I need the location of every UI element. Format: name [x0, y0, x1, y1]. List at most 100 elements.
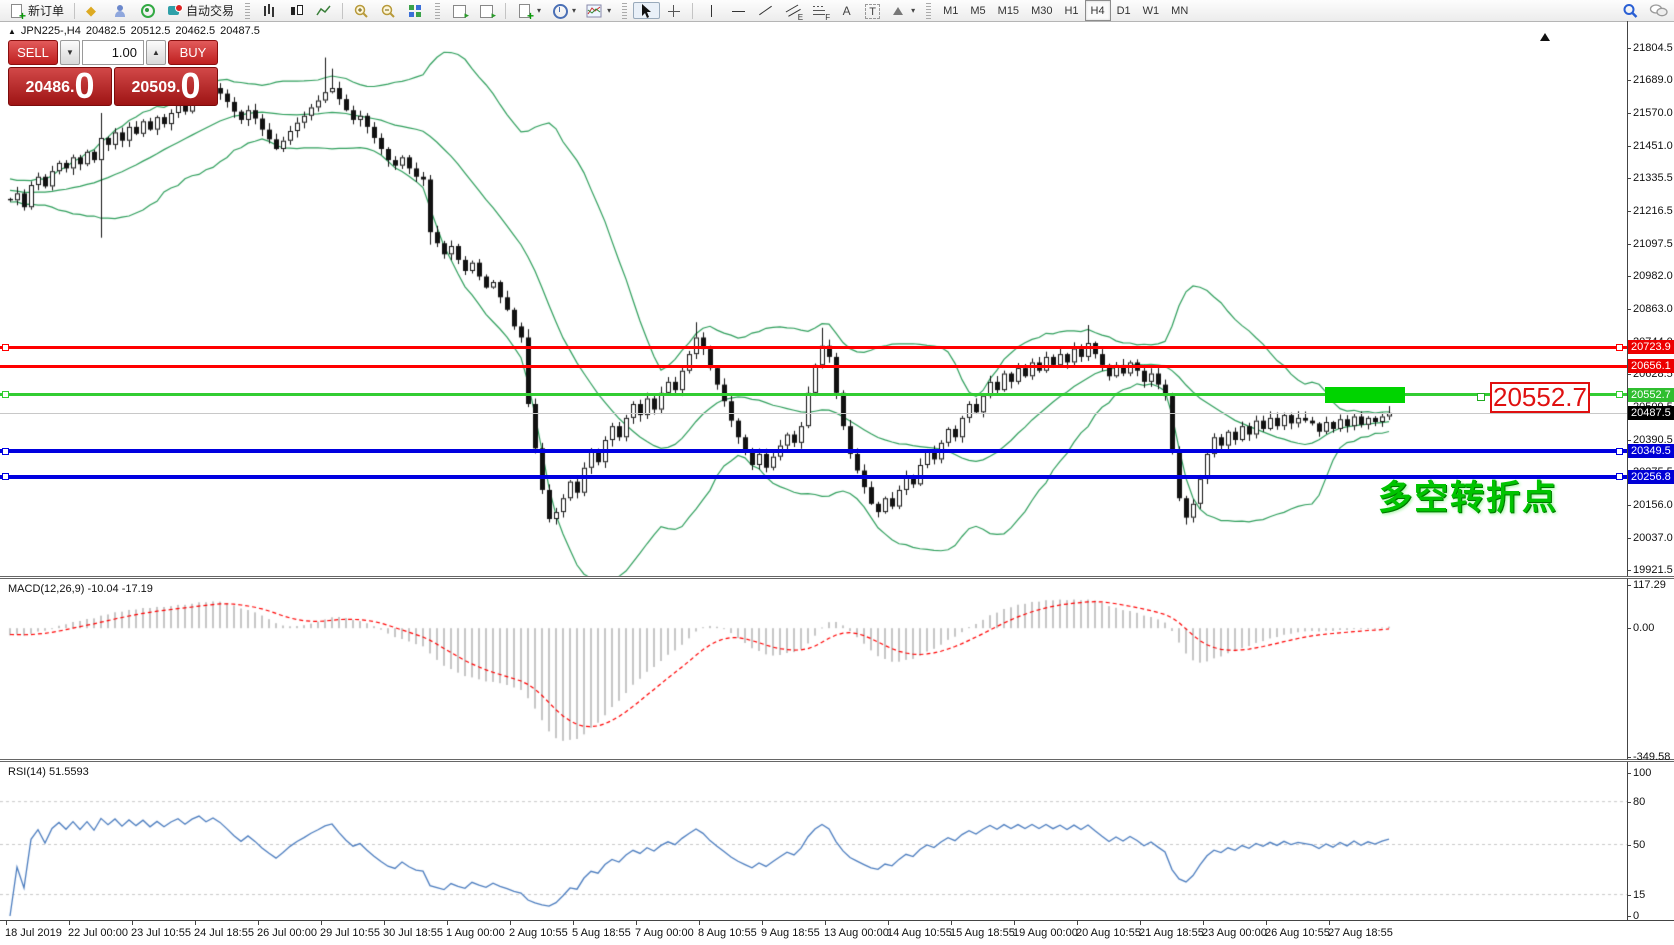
time-tick [762, 921, 763, 925]
price-badge-20552.7: 20552.7 [1628, 388, 1674, 402]
macd-tick: 117.29 [1633, 579, 1674, 591]
price-badge-20256.8: 20256.8 [1628, 470, 1674, 484]
price-tick: 21097.5 [1633, 238, 1674, 250]
chart-scroll-marker[interactable] [1540, 33, 1550, 41]
rsi-label: RSI(14) 51.5593 [8, 766, 89, 778]
time-label: 8 Aug 10:55 [698, 927, 757, 939]
pane-separator-macd[interactable] [0, 576, 1674, 579]
time-label: 26 Jul 00:00 [257, 927, 317, 939]
price-badge-20656.1: 20656.1 [1628, 359, 1674, 373]
time-label: 24 Jul 18:55 [194, 927, 254, 939]
price-badge-20349.5: 20349.5 [1628, 444, 1674, 458]
price-callout-label[interactable]: 20552.7 [1490, 382, 1590, 413]
highlight-rectangle[interactable] [1325, 387, 1405, 403]
time-label: 14 Aug 10:55 [887, 927, 952, 939]
time-tick [384, 921, 385, 925]
sell-button[interactable]: SELL [8, 40, 58, 65]
chart-header: ▲ JPN225-,H4 20482.5 20512.5 20462.5 204… [8, 25, 260, 37]
time-tick [699, 921, 700, 925]
time-label: 7 Aug 00:00 [635, 927, 694, 939]
time-label: 26 Aug 10:55 [1265, 927, 1330, 939]
time-tick [447, 921, 448, 925]
time-tick [132, 921, 133, 925]
price-tick: 21451.0 [1633, 140, 1674, 152]
mt4-window: 新订单 自动交易 [0, 0, 1674, 945]
line-endpoint-marker[interactable] [1616, 448, 1623, 455]
price-tick: 20982.0 [1633, 270, 1674, 282]
price-badge-20487.5: 20487.5 [1628, 406, 1674, 420]
time-tick [69, 921, 70, 925]
line-endpoint-marker[interactable] [2, 448, 9, 455]
time-axis[interactable]: 18 Jul 2019 22 Jul 00:0023 Jul 10:5524 Ju… [0, 920, 1674, 945]
line-endpoint-marker[interactable] [1616, 344, 1623, 351]
time-tick [1329, 921, 1330, 925]
ohlc-high: 20512.5 [131, 25, 171, 37]
ohlc-open: 20482.5 [86, 25, 126, 37]
one-click-trading-panel: SELL ▼ 1.00 ▲ BUY 20486.0 20509.0 [8, 40, 218, 106]
time-tick [1140, 921, 1141, 925]
volume-increase-button[interactable]: ▲ [146, 40, 166, 65]
collapse-icon[interactable]: ▲ [8, 27, 16, 36]
macd-tick: 0.00 [1633, 622, 1674, 634]
time-tick [573, 921, 574, 925]
horizontal-line-20656.1[interactable] [0, 365, 1627, 368]
time-tick [6, 921, 7, 925]
time-tick [258, 921, 259, 925]
time-tick [636, 921, 637, 925]
time-label: 30 Jul 18:55 [383, 927, 443, 939]
buy-price-fraction: 0 [180, 69, 200, 103]
time-tick [951, 921, 952, 925]
time-tick [1266, 921, 1267, 925]
time-tick [1203, 921, 1204, 925]
ohlc-close: 20487.5 [220, 25, 260, 37]
time-label: 5 Aug 18:55 [572, 927, 631, 939]
volume-decrease-button[interactable]: ▼ [60, 40, 80, 65]
macd-tick: -349.58 [1633, 751, 1674, 763]
horizontal-line-20723.9[interactable] [0, 346, 1627, 349]
ohlc-low: 20462.5 [175, 25, 215, 37]
time-label: 22 Jul 00:00 [68, 927, 128, 939]
volume-input[interactable]: 1.00 [82, 40, 144, 65]
time-tick [1014, 921, 1015, 925]
line-endpoint-marker[interactable] [2, 344, 9, 351]
price-tick: 21689.0 [1633, 74, 1674, 86]
rsi-tick: 80 [1633, 796, 1674, 808]
turning-point-annotation[interactable]: 多空转折点 [1378, 470, 1558, 519]
callout-anchor-marker [1477, 393, 1485, 401]
price-tick: 20037.0 [1633, 532, 1674, 544]
sell-price: 20486 [26, 73, 71, 103]
time-tick [510, 921, 511, 925]
line-endpoint-marker[interactable] [1616, 473, 1623, 480]
time-label: 19 Aug 00:00 [1013, 927, 1078, 939]
time-label: 20 Aug 10:55 [1076, 927, 1141, 939]
time-label: 15 Aug 18:55 [950, 927, 1015, 939]
time-label: 27 Aug 18:55 [1328, 927, 1393, 939]
line-endpoint-marker[interactable] [2, 473, 9, 480]
buy-button[interactable]: BUY [168, 40, 218, 65]
line-endpoint-marker[interactable] [1616, 391, 1623, 398]
buy-price: 20509 [132, 73, 177, 103]
pane-separator-rsi[interactable] [0, 759, 1674, 762]
horizontal-line-20349.5[interactable] [0, 449, 1627, 453]
time-tick [825, 921, 826, 925]
sell-price-fraction: 0 [74, 69, 94, 103]
price-tick: 21335.5 [1633, 172, 1674, 184]
price-tick: 20863.0 [1633, 303, 1674, 315]
time-tick [321, 921, 322, 925]
time-tick [888, 921, 889, 925]
macd-label: MACD(12,26,9) -10.04 -17.19 [8, 583, 153, 595]
buy-price-button[interactable]: 20509.0 [114, 67, 218, 106]
time-label: 23 Jul 10:55 [131, 927, 191, 939]
rsi-tick: 50 [1633, 839, 1674, 851]
price-badge-20723.9: 20723.9 [1628, 340, 1674, 354]
price-tick: 20156.0 [1633, 499, 1674, 511]
time-tick [195, 921, 196, 925]
sell-price-button[interactable]: 20486.0 [8, 67, 112, 106]
time-label: 2 Aug 10:55 [509, 927, 568, 939]
line-endpoint-marker[interactable] [2, 391, 9, 398]
time-label: 29 Jul 10:55 [320, 927, 380, 939]
price-tick: 21570.0 [1633, 107, 1674, 119]
time-label: 18 Jul 2019 [5, 927, 62, 939]
rsi-tick: 100 [1633, 767, 1674, 779]
horizontal-line-20487.5[interactable] [0, 413, 1627, 414]
